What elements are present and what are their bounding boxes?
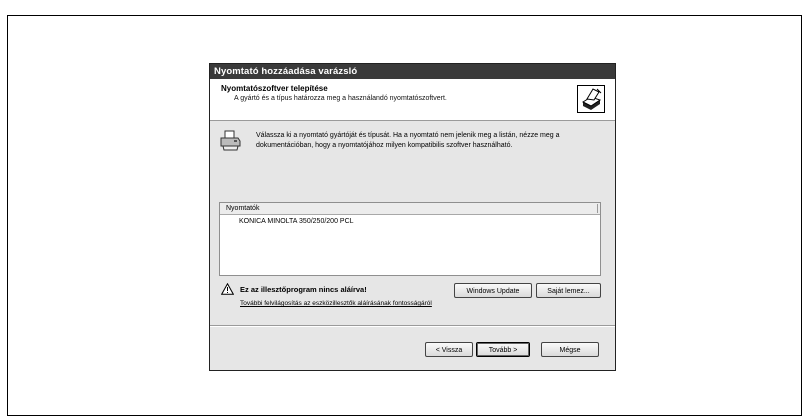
have-disk-button[interactable]: Saját lemez... (536, 283, 601, 298)
driver-signing-info-link[interactable]: További felvilágosítás az eszközillesztő… (240, 300, 432, 307)
unsigned-driver-warning: Ez az illesztőprogram nincs aláírva! (240, 285, 367, 294)
list-item[interactable]: KONICA MINOLTA 350/250/200 PCL (220, 217, 600, 227)
divider (210, 325, 615, 327)
wizard-body: Válassza ki a nyomtató gyártóját és típu… (210, 121, 615, 372)
header-title: Nyomtatószoftver telepítése (221, 84, 328, 93)
dialog-title: Nyomtató hozzáadása varázsló (210, 64, 615, 79)
wizard-header: Nyomtatószoftver telepítése A gyártó és … (210, 79, 615, 121)
printer-icon (220, 130, 241, 151)
warning-icon (221, 283, 234, 295)
printer-wizard-icon (577, 85, 605, 113)
printer-listbox[interactable]: Nyomtatók KONICA MINOLTA 350/250/200 PCL (219, 202, 601, 276)
windows-update-button[interactable]: Windows Update (454, 283, 532, 298)
back-button[interactable]: < Vissza (425, 342, 473, 357)
list-header-label: Nyomtatók (226, 205, 260, 212)
add-printer-wizard-dialog: Nyomtató hozzáadása varázsló Nyomtatószo… (209, 63, 616, 371)
header-subtitle: A gyártó és a típus határozza meg a hasz… (234, 95, 447, 102)
next-button[interactable]: Tovább > (476, 342, 530, 357)
list-column-header[interactable]: Nyomtatók (220, 203, 600, 215)
info-text: Válassza ki a nyomtató gyártóját és típu… (256, 132, 560, 149)
cancel-button[interactable]: Mégse (541, 342, 599, 357)
